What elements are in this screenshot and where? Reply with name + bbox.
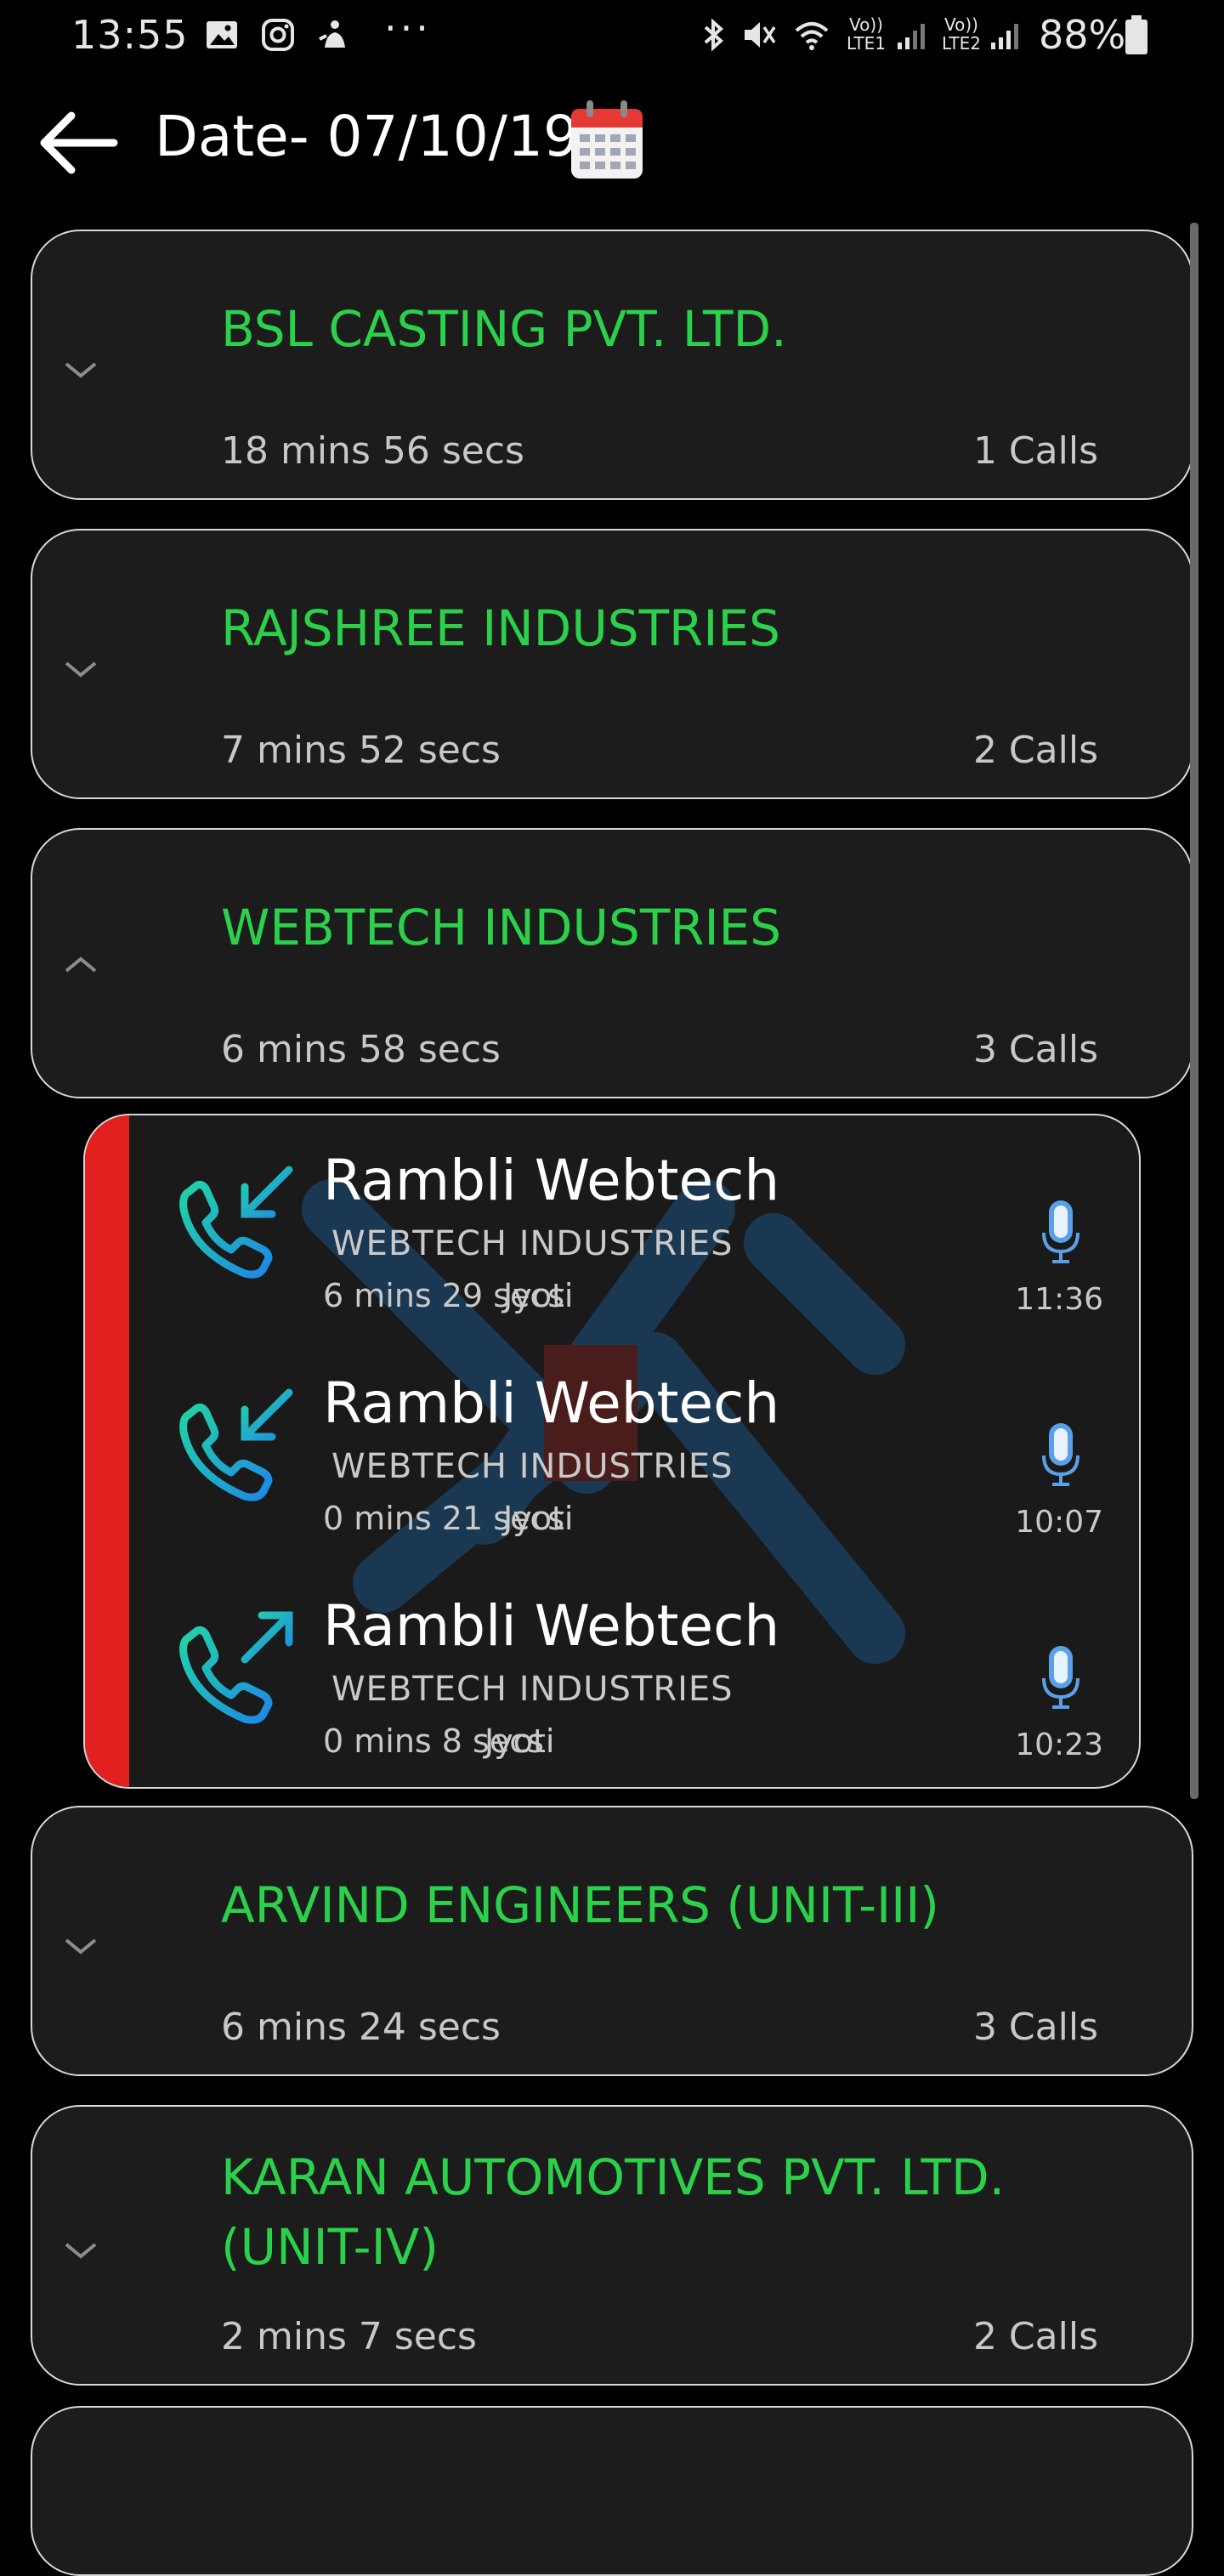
contact-company: WEBTECH INDUSTRIES: [332, 1224, 734, 1263]
battery-icon: [1125, 15, 1148, 54]
incoming-call-icon: [179, 1388, 293, 1501]
status-bar: 13:55 ··· Vo)) LTE1 Vo)) LTE2 88%: [0, 0, 1224, 77]
chevron-down-icon[interactable]: [58, 352, 104, 386]
agent-name: Jyoti: [503, 1500, 574, 1537]
call-time: 10:07: [1015, 1505, 1103, 1540]
microphone-icon[interactable]: [1040, 1421, 1081, 1488]
company-group-card[interactable]: [31, 2406, 1193, 2576]
company-name: KARAN AUTOMOTIVES PVT. LTD. (UNIT-IV): [221, 2148, 1006, 2276]
call-count: 2 Calls: [972, 729, 1098, 772]
signal-strength-icon: [991, 24, 1018, 49]
instagram-icon: [262, 19, 294, 51]
company-name: BSL CASTING PVT. LTD.: [221, 300, 787, 358]
battery-percentage: 88%: [1039, 12, 1126, 58]
agent-name: Jyoti: [503, 1277, 574, 1314]
company-group-card[interactable]: BSL CASTING PVT. LTD. 18 mins 56 secs 1 …: [31, 230, 1193, 500]
back-arrow-icon[interactable]: [37, 109, 119, 177]
mute-icon: [745, 22, 776, 48]
call-log-item[interactable]: Rambli Webtech WEBTECH INDUSTRIES 0 mins…: [129, 1561, 1139, 1784]
gallery-icon: [207, 21, 237, 48]
company-group-card[interactable]: KARAN AUTOMOTIVES PVT. LTD. (UNIT-IV) 2 …: [31, 2105, 1193, 2386]
company-name: WEBTECH INDUSTRIES: [221, 899, 782, 956]
status-time: 13:55: [71, 12, 189, 58]
call-count: 1 Calls: [972, 429, 1098, 473]
contact-name: Rambli Webtech: [323, 1593, 780, 1659]
calendar-icon[interactable]: [568, 97, 646, 182]
notification-icon: [319, 20, 345, 48]
lte1-indicator: Vo)) LTE1: [847, 14, 886, 54]
total-duration: 7 mins 52 secs: [221, 729, 501, 772]
contact-company: WEBTECH INDUSTRIES: [332, 1670, 734, 1709]
company-group-card[interactable]: ARVIND ENGINEERS (UNIT-III) 6 mins 24 se…: [31, 1806, 1193, 2076]
call-log-item[interactable]: Rambli Webtech WEBTECH INDUSTRIES 0 mins…: [129, 1338, 1139, 1561]
scrollbar[interactable]: [1190, 223, 1198, 1799]
signal-strength-icon: [898, 24, 925, 49]
call-time: 10:23: [1015, 1728, 1103, 1762]
chevron-up-icon[interactable]: [58, 947, 104, 981]
lte2-indicator: Vo)) LTE2: [942, 14, 981, 54]
total-duration: 18 mins 56 secs: [221, 429, 524, 473]
company-name: RAJSHREE INDUSTRIES: [221, 599, 780, 657]
total-duration: 2 mins 7 secs: [221, 2315, 477, 2358]
total-duration: 6 mins 24 secs: [221, 2006, 501, 2049]
chevron-down-icon[interactable]: [58, 651, 104, 685]
bluetooth-icon: [704, 18, 724, 52]
status-indicator-bar: [85, 1115, 129, 1787]
contact-name: Rambli Webtech: [323, 1148, 780, 1213]
microphone-icon[interactable]: [1040, 1644, 1081, 1711]
contact-name: Rambli Webtech: [323, 1370, 780, 1436]
contact-company: WEBTECH INDUSTRIES: [332, 1447, 734, 1486]
incoming-call-icon: [179, 1166, 293, 1279]
outgoing-call-icon: [179, 1611, 293, 1724]
more-notifications-icon: ···: [384, 5, 432, 51]
company-group-card[interactable]: RAJSHREE INDUSTRIES 7 mins 52 secs 2 Cal…: [31, 529, 1193, 799]
company-name: ARVIND ENGINEERS (UNIT-III): [221, 1876, 939, 1934]
app-bar: Date- 07/10/19: [0, 85, 1224, 204]
call-count: 2 Calls: [972, 2315, 1098, 2358]
call-list-panel: Rambli Webtech WEBTECH INDUSTRIES 6 mins…: [83, 1114, 1141, 1789]
chevron-down-icon[interactable]: [58, 2233, 104, 2267]
call-count: 3 Calls: [972, 1028, 1098, 1071]
agent-name: Jyoti: [484, 1722, 555, 1760]
company-group-card[interactable]: WEBTECH INDUSTRIES 6 mins 58 secs 3 Call…: [31, 828, 1193, 1098]
microphone-icon[interactable]: [1040, 1199, 1081, 1265]
call-time: 11:36: [1015, 1282, 1103, 1317]
call-count: 3 Calls: [972, 2006, 1098, 2049]
page-title: Date- 07/10/19: [155, 104, 579, 169]
call-log-item[interactable]: Rambli Webtech WEBTECH INDUSTRIES 6 mins…: [129, 1115, 1139, 1338]
total-duration: 6 mins 58 secs: [221, 1028, 501, 1071]
wifi-icon: [795, 22, 829, 50]
chevron-down-icon[interactable]: [58, 1928, 104, 1962]
